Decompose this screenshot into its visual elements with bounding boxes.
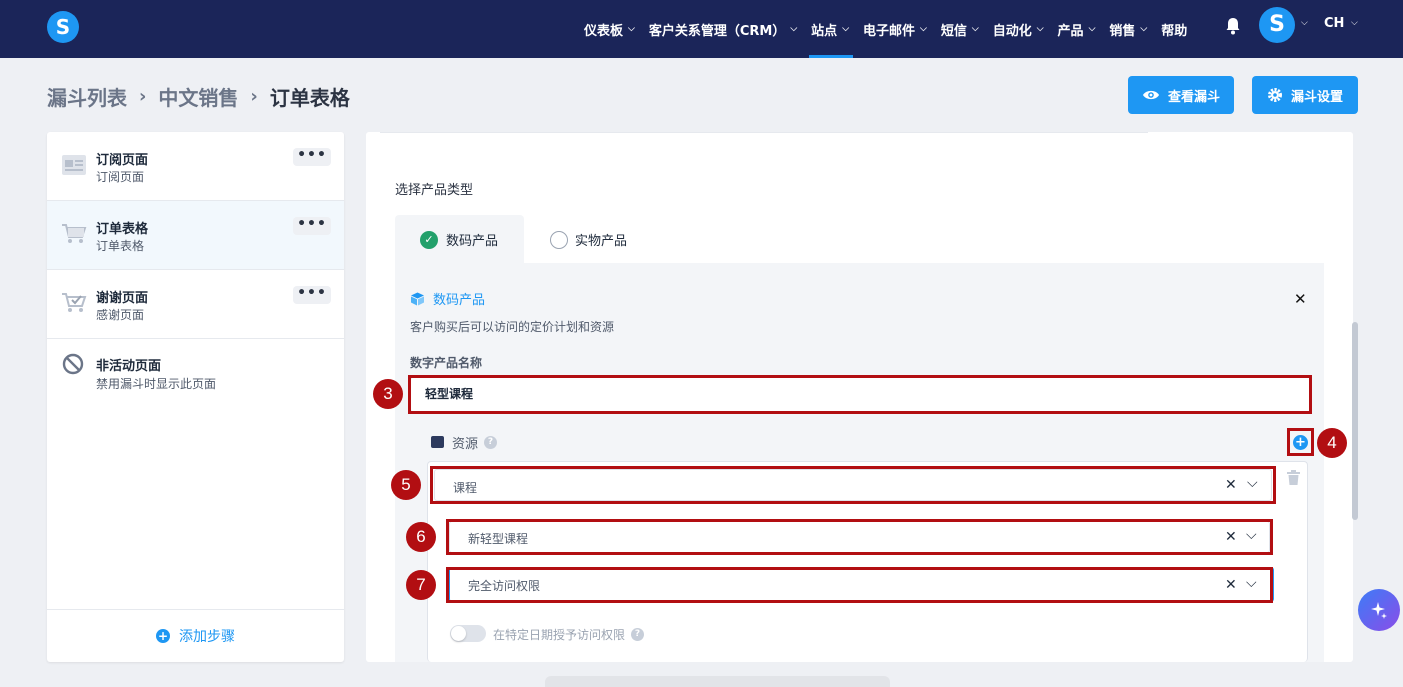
nav-sms[interactable]: 短信 ⌵	[941, 0, 979, 58]
eye-icon	[1142, 90, 1159, 100]
annotation-badge-4: 4	[1317, 428, 1347, 458]
nav-automation[interactable]: 自动化 ⌵	[993, 0, 1044, 58]
radio-physical-product[interactable]	[550, 231, 568, 249]
grant-access-date-label: 在特定日期授予访问权限 ?	[493, 626, 645, 643]
step-thank-you-page[interactable]: 谢谢页面 感谢页面 •••	[47, 270, 344, 339]
cart-icon	[62, 224, 87, 243]
panel-description: 客户购买后可以访问的定价计划和资源	[410, 320, 615, 334]
step-order-form[interactable]: 订单表格 订单表格 •••	[47, 201, 344, 270]
help-icon[interactable]: ?	[631, 628, 645, 641]
nav-sales[interactable]: 销售 ⌵	[1109, 0, 1147, 58]
resources-icon	[431, 436, 444, 448]
nav-crm[interactable]: 客户关系管理（CRM） ⌵	[649, 0, 797, 58]
step-subtitle: 感谢页面	[96, 308, 145, 322]
user-avatar[interactable]: S	[1259, 7, 1295, 43]
chevron-down-icon: ⌵	[628, 24, 635, 34]
chevron-down-icon[interactable]: ⌵	[1351, 18, 1358, 28]
annotation-box-4	[1287, 428, 1314, 456]
nav-email[interactable]: 电子邮件 ⌵	[863, 0, 927, 58]
check-circle-icon: ✓	[420, 231, 438, 249]
chevron-right-icon: ›	[139, 86, 147, 107]
chevron-down-icon: ⌵	[920, 24, 927, 34]
breadcrumb-current: 订单表格	[269, 86, 350, 110]
breadcrumb: 漏斗列表 › 中文销售 › 订单表格	[47, 82, 350, 111]
more-icon[interactable]: •••	[293, 148, 331, 166]
nav-products[interactable]: 产品 ⌵	[1058, 0, 1096, 58]
cart-check-icon	[62, 293, 87, 312]
nav-dashboard[interactable]: 仪表板 ⌵	[584, 0, 635, 58]
nav-sites[interactable]: 站点 ⌵	[809, 0, 853, 58]
add-step-button[interactable]: + 添加步骤	[47, 609, 344, 662]
form-page-icon	[62, 155, 86, 175]
scrollbar[interactable]	[1352, 322, 1358, 520]
breadcrumb-funnel-list[interactable]: 漏斗列表	[47, 82, 127, 111]
step-title: 订单表格	[96, 222, 149, 237]
annotation-box-5	[430, 466, 1276, 504]
box-icon	[411, 292, 424, 305]
chevron-down-icon: ⌵	[971, 24, 979, 34]
chevron-down-icon: ⌵	[790, 24, 798, 34]
step-title: 订阅页面	[96, 153, 149, 168]
trash-icon[interactable]	[1287, 470, 1300, 485]
step-subtitle: 订阅页面	[96, 170, 145, 184]
language-selector[interactable]: CH	[1324, 16, 1344, 31]
plus-circle-icon: +	[156, 629, 170, 643]
divider	[380, 132, 1148, 133]
close-icon[interactable]: ✕	[1294, 290, 1307, 308]
funnel-settings-button[interactable]: 漏斗设置	[1252, 76, 1358, 114]
product-name-label: 数字产品名称	[410, 356, 483, 370]
sparkle-icon	[1371, 602, 1387, 619]
bell-icon[interactable]	[1225, 17, 1241, 35]
annotation-box-3	[408, 375, 1312, 414]
ai-assistant-button[interactable]	[1358, 589, 1400, 631]
main-nav: 仪表板 ⌵ 客户关系管理（CRM） ⌵ 站点 ⌵ 电子邮件 ⌵ 短信 ⌵ 自动化 ⌵ 产品 ⌵…	[584, 0, 1201, 58]
chevron-down-icon[interactable]: ⌵	[1301, 18, 1308, 28]
step-subtitle: 禁用漏斗时显示此页面	[96, 377, 217, 391]
panel-title: 数码产品	[410, 289, 485, 308]
resources-label: 资源 ?	[452, 433, 498, 452]
gear-icon	[1267, 88, 1282, 102]
grant-access-date-toggle[interactable]	[450, 625, 486, 642]
step-inactive-page[interactable]: 非活动页面 禁用漏斗时显示此页面	[47, 339, 344, 408]
more-icon[interactable]: •••	[293, 217, 331, 235]
step-subscribe-page[interactable]: 订阅页面 订阅页面 •••	[47, 132, 344, 201]
step-subtitle: 订单表格	[96, 239, 145, 253]
disabled-icon	[62, 353, 84, 375]
annotation-badge-6: 6	[406, 522, 436, 552]
annotation-box-6	[446, 519, 1273, 555]
tab-label: 数码产品	[446, 234, 499, 249]
more-icon[interactable]: •••	[293, 286, 331, 304]
annotation-badge-7: 7	[406, 570, 436, 600]
view-funnel-button[interactable]: 查看漏斗	[1128, 76, 1234, 114]
step-title: 谢谢页面	[96, 291, 149, 306]
help-icon[interactable]: ?	[484, 436, 498, 449]
toggle-knob	[451, 626, 466, 641]
bottom-bar	[545, 676, 890, 687]
app-logo[interactable]: S	[47, 11, 79, 43]
tab-digital-product[interactable]: ✓ 数码产品	[395, 215, 524, 263]
annotation-badge-5: 5	[391, 470, 421, 500]
breadcrumb-funnel[interactable]: 中文销售	[158, 82, 238, 111]
chevron-down-icon: ⌵	[1140, 24, 1148, 34]
chevron-down-icon: ⌵	[1088, 24, 1096, 34]
product-type-label: 选择产品类型	[395, 183, 474, 198]
tab-physical-product[interactable]: 实物产品	[575, 230, 627, 249]
funnel-steps-sidebar: 订阅页面 订阅页面 ••• 订单表格 订单表格 ••• 谢谢页面 感谢页面 ••…	[47, 132, 344, 662]
chevron-down-icon: ⌵	[842, 24, 850, 34]
top-navbar: S 仪表板 ⌵ 客户关系管理（CRM） ⌵ 站点 ⌵ 电子邮件 ⌵ 短信 ⌵ 自动化 ⌵ 产…	[0, 0, 1403, 58]
chevron-right-icon: ›	[250, 86, 258, 107]
annotation-box-7	[446, 567, 1273, 603]
chevron-down-icon: ⌵	[1036, 24, 1044, 34]
nav-help[interactable]: 帮助	[1161, 0, 1187, 58]
step-title: 非活动页面	[96, 359, 162, 374]
annotation-badge-3: 3	[373, 379, 403, 409]
